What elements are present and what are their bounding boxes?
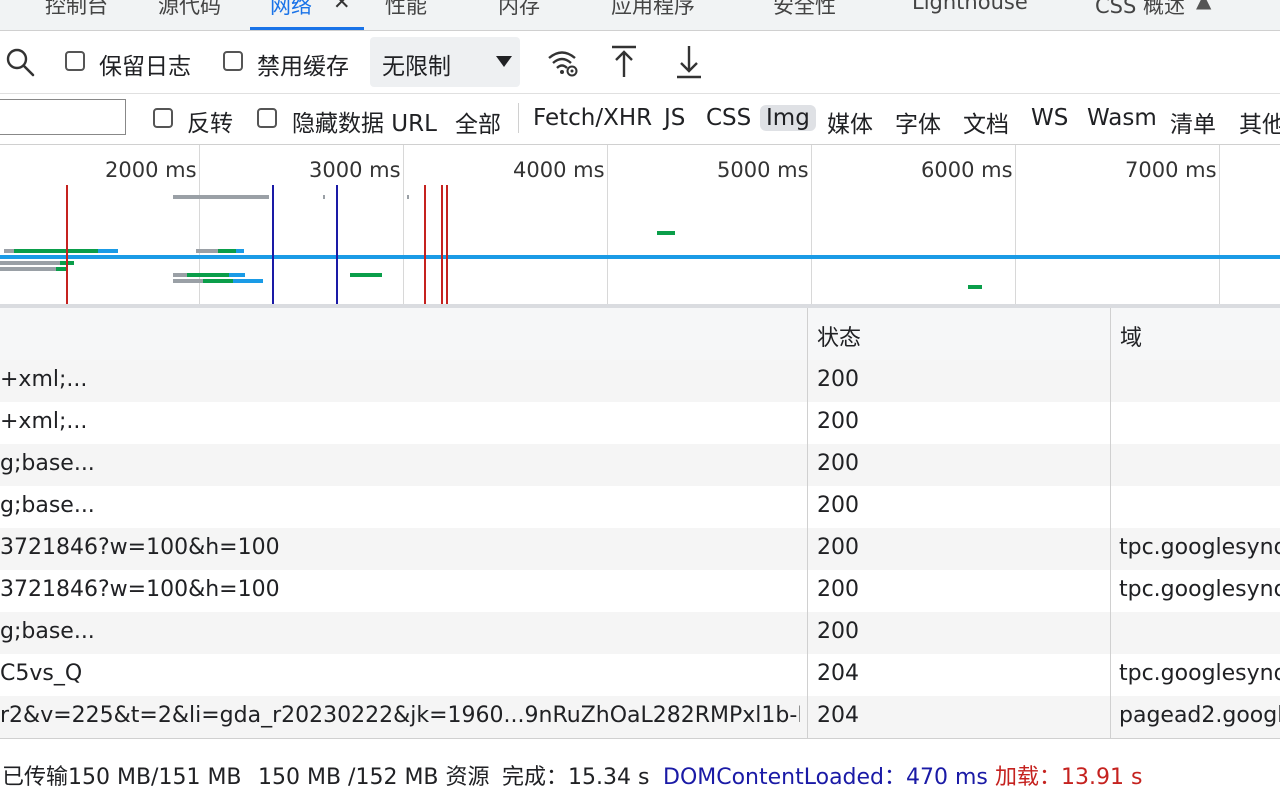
disable-cache-label: 禁用缓存: [257, 54, 349, 80]
request-status: 200: [817, 409, 859, 434]
table-row[interactable]: g;base... 200: [0, 486, 1280, 528]
request-name: r2&v=225&t=2&li=gda_r20230222&jk=1960...…: [0, 703, 800, 728]
filter-js[interactable]: JS: [664, 105, 685, 131]
request-name: 3721846?w=100&h=100: [0, 577, 280, 602]
request-name: g;base...: [0, 493, 95, 518]
column-header-label: 状态: [817, 326, 862, 351]
request-status: 204: [817, 661, 859, 686]
filter-input[interactable]: [0, 99, 126, 135]
load-marker: [424, 185, 426, 305]
finish-time: 完成：15.34 s: [502, 765, 650, 790]
filter-img[interactable]: Img: [760, 105, 816, 131]
load-marker: [66, 185, 68, 305]
warning-icon: ▲: [1196, 0, 1212, 12]
filter-font[interactable]: 字体: [895, 105, 941, 139]
request-status: 200: [817, 451, 859, 476]
request-domain: tpc.googlesynd: [1119, 661, 1280, 686]
overview-long-request: [0, 255, 1280, 259]
summary-bar: 已传输150 MB/151 MB 150 MB /152 MB 资源 完成：15…: [0, 738, 1280, 801]
column-header-name[interactable]: [0, 308, 807, 361]
overview-waterfall: [0, 185, 1280, 305]
filter-wasm[interactable]: Wasm: [1087, 105, 1157, 131]
dom-content-loaded-marker: [336, 185, 338, 305]
dom-content-loaded-time: DOMContentLoaded：470 ms: [663, 765, 988, 790]
request-status: 200: [817, 619, 859, 644]
request-name: C5vs_Q: [0, 661, 83, 686]
column-header-domain[interactable]: 域: [1111, 308, 1280, 361]
overview-request-bars: [0, 195, 982, 289]
chevron-down-icon: [496, 56, 512, 67]
filter-css[interactable]: CSS: [706, 105, 751, 131]
disable-cache-checkbox[interactable]: [223, 51, 243, 71]
search-icon[interactable]: [4, 46, 36, 78]
filter-fetch-xhr[interactable]: Fetch/XHR: [533, 105, 652, 131]
tab-performance[interactable]: 性能: [385, 0, 427, 20]
request-name: g;base...: [0, 451, 95, 476]
filter-separator: [518, 103, 519, 133]
network-toolbar: [0, 31, 1280, 94]
preserve-log-label: 保留日志: [99, 54, 191, 80]
table-row[interactable]: C5vs_Q 204 tpc.googlesynd: [0, 654, 1280, 696]
tab-lighthouse[interactable]: Lighthouse: [912, 0, 1028, 14]
table-row[interactable]: r2&v=225&t=2&li=gda_r20230222&jk=1960...…: [0, 696, 1280, 738]
request-status: 200: [817, 535, 859, 560]
active-tab-indicator: [250, 27, 364, 30]
tab-console[interactable]: 控制台: [45, 0, 108, 20]
filter-manifest[interactable]: 清单: [1170, 105, 1216, 139]
request-name: +xml;...: [0, 367, 88, 392]
tab-sources[interactable]: 源代码: [158, 0, 221, 20]
column-header-status[interactable]: 状态: [808, 308, 1110, 361]
request-status: 200: [817, 493, 859, 518]
filter-ws[interactable]: WS: [1031, 105, 1068, 131]
network-conditions-icon[interactable]: [546, 46, 580, 78]
column-header-label: 域: [1120, 326, 1143, 351]
request-domain: tpc.googlesynd: [1119, 577, 1280, 602]
resources-summary: 150 MB /152 MB 资源: [258, 765, 490, 790]
tab-network[interactable]: 网络: [270, 0, 312, 20]
tab-security[interactable]: 安全性: [773, 0, 836, 20]
request-status: 204: [817, 703, 859, 728]
request-table: 状态 域 +xml;... 200 +xml;... 200 g;base...…: [0, 308, 1280, 738]
hide-data-urls-label: 隐藏数据 URL: [292, 111, 437, 137]
request-name: g;base...: [0, 619, 95, 644]
import-har-icon[interactable]: [608, 44, 640, 80]
dom-content-loaded-marker: [272, 185, 274, 305]
request-domain: tpc.googlesynd: [1119, 535, 1280, 560]
request-status: 200: [817, 367, 859, 392]
transferred-summary: 已传输150 MB/151 MB: [2, 765, 242, 790]
table-row[interactable]: 3721846?w=100&h=100 200 tpc.googlesynd: [0, 570, 1280, 612]
request-name: +xml;...: [0, 409, 88, 434]
preserve-log-checkbox[interactable]: [65, 51, 85, 71]
network-overview[interactable]: 2000 ms 3000 ms 4000 ms 5000 ms 6000 ms …: [0, 145, 1280, 305]
column-resizer[interactable]: [1110, 308, 1111, 738]
filter-doc[interactable]: 文档: [963, 105, 1009, 139]
export-har-icon[interactable]: [673, 44, 705, 80]
load-marker: [446, 185, 448, 305]
request-name: 3721846?w=100&h=100: [0, 535, 280, 560]
column-resizer[interactable]: [807, 308, 808, 738]
filter-all[interactable]: 全部: [455, 105, 501, 139]
table-row[interactable]: g;base... 200: [0, 444, 1280, 486]
tab-application[interactable]: 应用程序: [611, 0, 695, 20]
tab-memory[interactable]: 内存: [498, 0, 540, 20]
table-row[interactable]: +xml;... 200: [0, 360, 1280, 402]
panel-tab-bar: 控制台 源代码 网络 ✕ 性能 内存 应用程序 安全性 Lighthouse C…: [0, 0, 1280, 31]
filter-other[interactable]: 其他: [1239, 105, 1280, 139]
load-time: 加载：13.91 s: [995, 765, 1143, 790]
throttling-select[interactable]: 无限制: [370, 37, 520, 87]
invert-checkbox[interactable]: [153, 108, 173, 128]
load-marker: [441, 185, 443, 305]
invert-label: 反转: [187, 111, 233, 137]
hide-data-urls-checkbox[interactable]: [257, 108, 277, 128]
close-tab-icon[interactable]: ✕: [333, 0, 351, 14]
table-row[interactable]: g;base... 200: [0, 612, 1280, 654]
throttling-value: 无限制: [382, 54, 451, 80]
filter-media[interactable]: 媒体: [827, 105, 873, 139]
table-row[interactable]: +xml;... 200: [0, 402, 1280, 444]
request-status: 200: [817, 577, 859, 602]
table-row[interactable]: 3721846?w=100&h=100 200 tpc.googlesynd: [0, 528, 1280, 570]
request-domain: pagead2.googl: [1119, 703, 1280, 728]
tab-css-overview[interactable]: CSS 概述: [1095, 0, 1185, 20]
